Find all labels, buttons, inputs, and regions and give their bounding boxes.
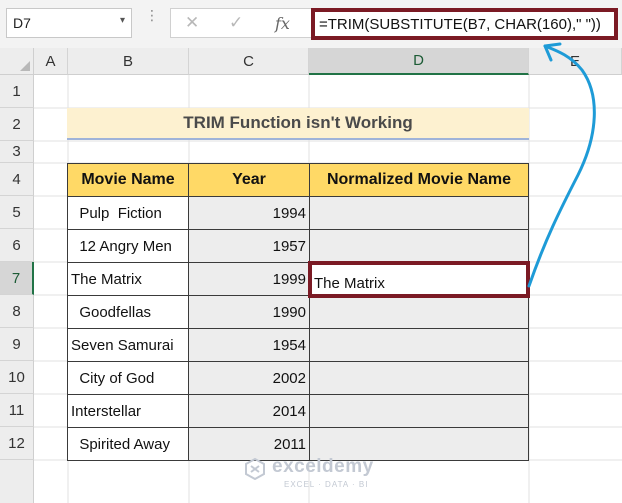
watermark-name: exceldemy xyxy=(272,456,374,477)
exceldemy-logo-icon xyxy=(245,458,265,480)
watermark-tagline: EXCEL · DATA · BI xyxy=(284,480,369,489)
annotation-arrow xyxy=(527,42,596,288)
